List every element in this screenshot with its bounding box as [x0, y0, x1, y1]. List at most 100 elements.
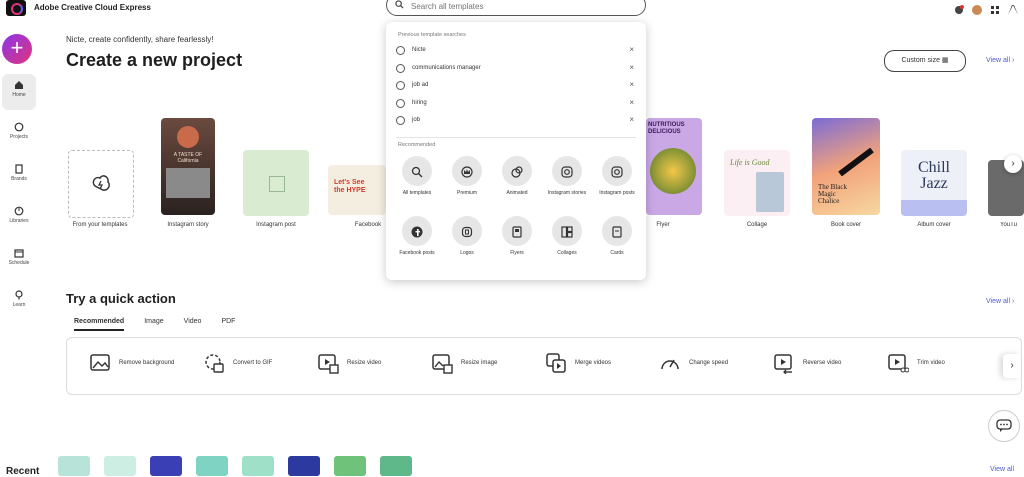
adobe-icon[interactable]: [1008, 2, 1018, 15]
notifications-icon[interactable]: [954, 2, 964, 14]
carousel-next-button[interactable]: ›: [1004, 155, 1022, 173]
collage-card[interactable]: Life is Good: [724, 150, 790, 216]
recent-thumbnail[interactable]: [196, 456, 228, 476]
recommended-cards[interactable]: Cards: [593, 216, 641, 257]
book-cover-card[interactable]: The Black Magic Chalice: [812, 118, 880, 215]
sidebar-item-brands[interactable]: Brands: [2, 158, 36, 194]
remove-search-close-icon[interactable]: ×: [629, 115, 634, 124]
tab-pdf[interactable]: PDF: [221, 318, 235, 331]
sidebar-item-learn[interactable]: Learn: [2, 284, 36, 320]
search-input[interactable]: [409, 0, 633, 14]
quick-action-label: Convert to GIF: [233, 360, 273, 366]
card-icon: [611, 225, 623, 238]
remove-search-close-icon[interactable]: ×: [629, 63, 634, 72]
resize-image-icon: [431, 352, 453, 374]
animated-icon: [511, 165, 523, 178]
user-avatar[interactable]: [972, 2, 982, 15]
recommended-logos[interactable]: Logos: [443, 216, 491, 257]
recommended-all-templates[interactable]: All templates: [393, 156, 441, 197]
history-clock-icon: [396, 64, 405, 73]
recent-thumbnail[interactable]: [334, 456, 366, 476]
sidebar-item-libraries[interactable]: Libraries: [2, 200, 36, 236]
flyer-card[interactable]: NUTRITIOUS DELICIOUS: [646, 118, 702, 215]
collage-photo: [756, 172, 784, 212]
sidebar-item-home[interactable]: Home: [2, 74, 36, 110]
view-all-label: View all: [986, 298, 1010, 305]
recommended-animated[interactable]: Animated: [493, 156, 541, 197]
quick-actions-next-button[interactable]: ›: [1003, 354, 1021, 378]
chevron-right-icon: ›: [1011, 298, 1015, 305]
recommended-flyers[interactable]: Flyers: [493, 216, 541, 257]
facebook-card-title: Let's See the HYPE: [334, 179, 366, 194]
recent-thumbnail[interactable]: [150, 456, 182, 476]
chat-bubble-icon: [996, 419, 1012, 432]
history-clock-icon: [396, 81, 405, 90]
previous-search-item[interactable]: hiring ×: [396, 97, 636, 111]
quick-action-change-speed[interactable]: Change speed: [659, 352, 749, 374]
custom-size-label: Custom size: [901, 57, 940, 64]
recent-thumbnail[interactable]: [104, 456, 136, 476]
quick-action-title: Try a quick action: [66, 291, 176, 306]
card-label: From your templates: [72, 222, 128, 228]
quick-action-resize-image[interactable]: Resize image: [431, 352, 521, 374]
top-right-icons: [954, 2, 1018, 15]
chat-support-button[interactable]: [988, 410, 1020, 442]
remove-search-close-icon[interactable]: ×: [629, 80, 634, 89]
recommended-facebook-posts[interactable]: Facebook posts: [393, 216, 441, 257]
facebook-card[interactable]: Let's See the HYPE: [328, 165, 386, 215]
remove-search-close-icon[interactable]: ×: [629, 98, 634, 107]
view-all-projects-link[interactable]: View all ›: [986, 57, 1014, 64]
create-new-button[interactable]: +: [2, 34, 32, 64]
recent-thumbnail[interactable]: [242, 456, 274, 476]
brands-icon: [15, 164, 23, 174]
album-cover-card[interactable]: Chill Jazz: [901, 150, 967, 216]
recent-thumbnail[interactable]: [380, 456, 412, 476]
view-all-quick-actions-link[interactable]: View all ›: [986, 298, 1014, 305]
card-label: Album cover: [917, 222, 951, 228]
tab-image[interactable]: Image: [144, 318, 163, 331]
merge-videos-icon: [545, 352, 567, 374]
recent-thumbnail[interactable]: [288, 456, 320, 476]
quick-action-reverse-video[interactable]: Reverse video: [773, 352, 863, 375]
recommended-instagram-stories[interactable]: Instagram stories: [543, 156, 591, 197]
recommended-instagram-posts[interactable]: Instagram posts: [593, 156, 641, 197]
previous-searches-header: Previous template searches: [398, 32, 466, 38]
recent-section-title: Recent: [6, 466, 40, 477]
sidebar-item-schedule[interactable]: Schedule: [2, 242, 36, 278]
quick-action-resize-video[interactable]: Resize video: [317, 352, 407, 374]
quick-action-convert-gif[interactable]: Convert to GIF: [203, 352, 293, 374]
custom-size-button[interactable]: Custom size ▦: [884, 50, 966, 72]
previous-search-item[interactable]: job ad ×: [396, 79, 636, 93]
libraries-icon: [14, 206, 24, 216]
recommended-premium[interactable]: Premium: [443, 156, 491, 197]
tab-video[interactable]: Video: [184, 318, 202, 331]
quick-action-label: Trim video: [917, 360, 945, 366]
quick-action-tabs: Recommended Image Video PDF: [74, 318, 235, 331]
story-title: A TASTE OF California: [173, 152, 203, 164]
book-cover-title: The Black Magic Chalice: [818, 183, 847, 205]
resize-video-icon: [317, 352, 339, 374]
quick-action-merge-videos[interactable]: Merge videos: [545, 352, 635, 374]
instagram-post-card[interactable]: [243, 150, 309, 216]
from-templates-card[interactable]: [68, 150, 134, 218]
previous-search-item[interactable]: communications manager ×: [396, 62, 636, 76]
recommended-collages[interactable]: Collages: [543, 216, 591, 257]
view-all-recent-link[interactable]: View all: [990, 466, 1014, 473]
search-bar[interactable]: [386, 0, 646, 16]
instagram-story-card[interactable]: A TASTE OF California: [161, 118, 215, 215]
previous-search-item[interactable]: Nicte ×: [396, 44, 636, 58]
adobe-cc-logo-icon[interactable]: [6, 0, 26, 16]
quick-action-trim-video[interactable]: Trim video: [887, 352, 977, 374]
remove-search-close-icon[interactable]: ×: [629, 45, 634, 54]
previous-search-item[interactable]: job ×: [396, 114, 636, 128]
all-templates-icon: [411, 165, 423, 178]
apps-grid-icon[interactable]: [990, 2, 1000, 14]
tab-recommended[interactable]: Recommended: [74, 318, 125, 331]
album-wave-decoration: [901, 200, 967, 216]
quick-action-remove-background[interactable]: Remove background: [89, 352, 179, 374]
collage-icon: [561, 225, 573, 238]
recent-thumbnail[interactable]: [58, 456, 90, 476]
convert-gif-icon: [203, 352, 225, 374]
sidebar-item-projects[interactable]: Projects: [2, 116, 36, 152]
history-clock-icon: [396, 46, 405, 55]
